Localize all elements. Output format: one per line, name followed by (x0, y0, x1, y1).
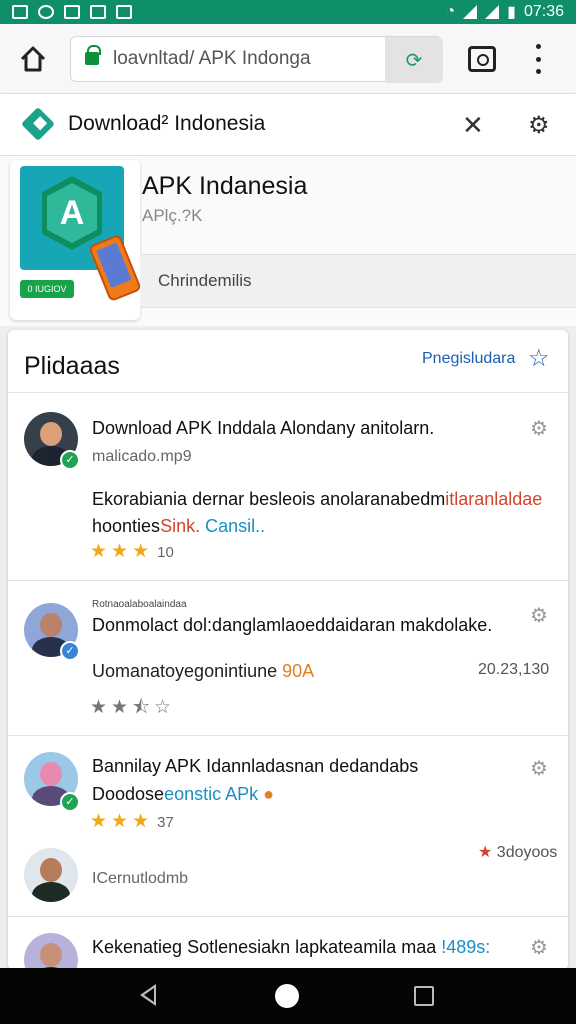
review-title: Download APK Inddala Alondany anitolarn. (92, 418, 435, 438)
avatar[interactable] (24, 933, 78, 970)
app-header: A 0 IUGIOV APK Indanesia APlç.?K Chrinde… (0, 156, 576, 326)
category-label: Chrindemilis (158, 271, 252, 290)
clock: 07:36 (523, 3, 564, 20)
review-item[interactable]: Kekenatieg Sotlenesiakn lapkateamila maa… (8, 917, 568, 970)
review-body: Ekorabiania dernar besleois anolaranabed… (92, 489, 543, 536)
review-item[interactable]: ✓ Download APK Inddala Alondany anitolar… (8, 394, 568, 580)
rating-count: 10 (157, 544, 174, 561)
status-badge: 0 IUGIOV (20, 280, 74, 298)
rating-count: 37 (157, 814, 174, 831)
gear-icon[interactable]: ⚙ (530, 416, 548, 441)
signal-icon (485, 5, 500, 19)
play-icon (90, 5, 106, 19)
star-rating: ★★★ 37 (90, 811, 174, 832)
photo-icon (64, 5, 80, 19)
gmail-icon (12, 5, 28, 19)
app-logo: A (20, 166, 143, 303)
back-icon[interactable] (21, 107, 55, 141)
review-meta: malicado.mp9 (92, 448, 192, 465)
category-strip[interactable]: Chrindemilis (140, 254, 576, 308)
status-bar: ◔ ▮ 07:36 (0, 0, 576, 24)
review-date: ★ 3doyoos (478, 844, 558, 861)
gear-icon[interactable]: ⚙ (530, 603, 548, 628)
review-date: 20.23,130 (478, 661, 550, 678)
review-subline: Doodoseeonstic APk ● (92, 784, 275, 804)
gear-icon[interactable]: ⚙ (530, 935, 548, 960)
review-title: Kekenatieg Sotlenesiakn lapkateamila maa… (92, 937, 491, 957)
verified-icon: ✓ (60, 641, 80, 661)
phone-icon (87, 233, 143, 303)
nav-recents-icon[interactable] (414, 986, 434, 1006)
app-icon-card[interactable]: A 0 IUGIOV (10, 160, 143, 320)
reviews-card: Plidaaas Pnegisludara ☆ ✓ Download APK I… (8, 330, 568, 970)
nav-back-icon[interactable] (140, 984, 156, 1006)
divider (8, 392, 568, 393)
nav-home-icon[interactable] (275, 984, 299, 1008)
mail-icon (116, 5, 132, 19)
review-meta: ICernutlodmb (92, 870, 189, 887)
review-item[interactable]: ✓ Rotnaoalaboalaindaa Donmolact dol:dang… (8, 581, 568, 735)
gear-icon[interactable]: ⚙ (528, 111, 550, 140)
review-title: Bannilay APK Idannladasnan dedandabs (92, 756, 419, 776)
system-nav-bar (0, 968, 576, 1024)
review-meta: Uomanatoyegonintiune 90A (92, 661, 315, 681)
star-outline-icon[interactable]: ☆ (528, 344, 550, 373)
review-small-header: Rotnaoalaboalaindaa (92, 599, 187, 610)
reviews-title: Plidaaas (24, 352, 120, 380)
verified-icon: ✓ (60, 792, 80, 812)
url-text[interactable]: loavnltad/ APK Indonga (113, 48, 311, 70)
tabs-icon[interactable] (468, 46, 496, 72)
sync-icon (38, 5, 54, 19)
avatar[interactable] (24, 848, 78, 902)
address-bar[interactable]: loavnltad/ APK Indonga ⟳ (70, 36, 443, 83)
app-bar-title: Download² Indonesia (68, 112, 266, 135)
app-bar: Download² Indonesia ✕ ⚙ (0, 94, 576, 156)
gear-icon[interactable]: ⚙ (530, 756, 548, 781)
close-icon[interactable]: ✕ (462, 110, 484, 141)
wifi-icon: ◔ (445, 3, 456, 20)
app-name: APK Indanesia (142, 172, 308, 200)
star-rating: ★★⯪☆ (90, 697, 176, 718)
star-rating: ★★★ 10 (90, 541, 174, 562)
signal-icon (463, 5, 478, 19)
reviews-link[interactable]: Pnegisludara (422, 350, 515, 368)
review-title: Donmolact dol:danglamlaoeddaidaran makdo… (92, 615, 493, 635)
verified-icon: ✓ (60, 450, 80, 470)
app-subtitle: APlç.?K (142, 206, 203, 225)
battery-icon: ▮ (507, 4, 516, 21)
lock-icon (85, 45, 101, 65)
reload-icon[interactable]: ⟳ (385, 37, 443, 83)
browser-toolbar: loavnltad/ APK Indonga ⟳ (0, 24, 576, 94)
review-item[interactable]: ✓ Bannilay APK Idannladasnan dedandabs D… (8, 736, 568, 916)
overflow-menu-icon[interactable] (528, 44, 548, 74)
home-icon[interactable] (18, 44, 48, 74)
